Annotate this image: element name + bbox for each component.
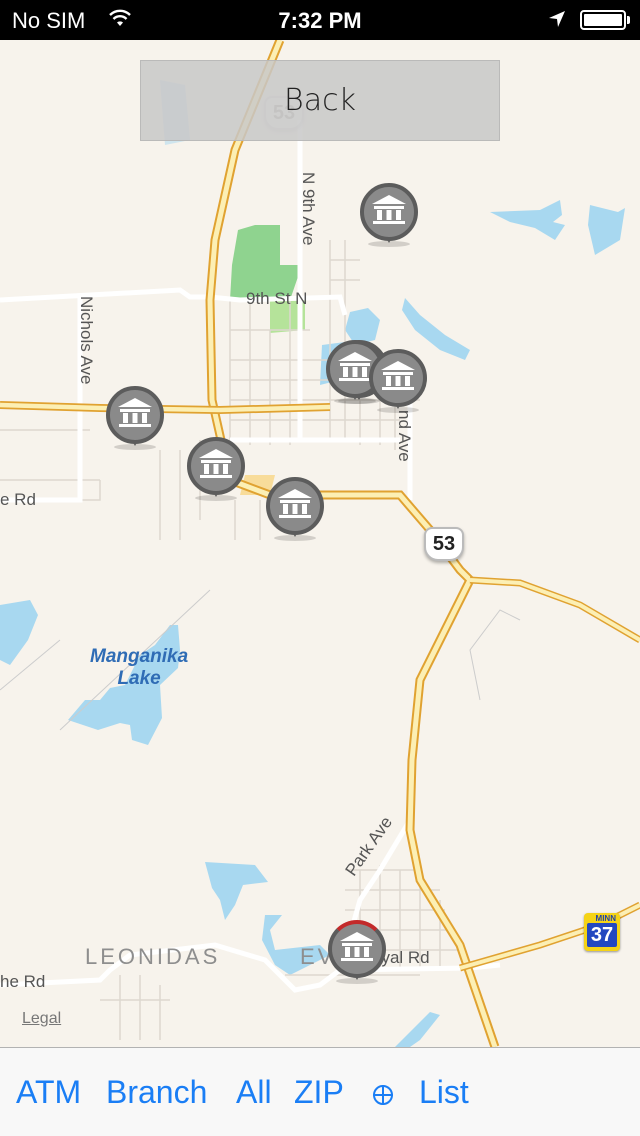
us-53-shield: 53 [424,527,464,561]
bank-icon [340,932,374,961]
bank-icon [199,449,233,478]
street-label-2nd-ave: nd Ave [395,410,414,462]
highways [0,40,640,1047]
bank-pin[interactable] [106,386,164,450]
bank-icon [372,195,406,224]
bank-icon [118,398,152,427]
legal-link[interactable]: Legal [22,1010,61,1028]
location-arrow-icon [548,10,566,33]
bank-pin[interactable] [266,477,324,541]
street-label-9th-st-n: 9th St N [246,289,308,308]
status-bar: No SIM 7:32 PM [0,0,640,40]
bank-pin[interactable] [369,349,427,413]
bank-icon [381,361,415,390]
list-button[interactable]: List [419,1074,469,1111]
branch-button[interactable]: Branch [106,1074,207,1111]
battery-icon [580,10,626,30]
bank-pin[interactable] [360,183,418,247]
street-label-e-rd: e Rd [0,490,36,509]
street-label-n9th-ave: N 9th Ave [299,172,318,246]
battery-nub [627,16,630,24]
atm-button[interactable]: ATM [16,1074,81,1111]
bank-pin[interactable] [187,437,245,501]
street-label-he-rd: he Rd [0,972,46,991]
bank-icon [278,489,312,518]
town-label-leonidas: LEONIDAS [85,944,221,969]
map-view[interactable]: N 9th Ave 9th St N Nichols Ave nd Ave e … [0,40,640,1047]
clock: 7:32 PM [278,8,362,33]
bank-pin-selected[interactable] [328,920,386,984]
crosshair-icon[interactable] [373,1085,393,1105]
bottom-toolbar: ATM Branch All ZIP List [0,1047,640,1136]
map-base-layer [0,40,640,1047]
shield-number: 37 [587,923,617,947]
all-button[interactable]: All [236,1074,272,1111]
shield-state-label: MINN [595,914,616,923]
lake-label-manganika: Manganika Lake [90,646,189,689]
street-label-nichols-ave: Nichols Ave [77,296,96,385]
mn-37-shield: MINN 37 [584,913,620,951]
back-button[interactable]: Back [140,60,500,141]
zip-button[interactable]: ZIP [294,1074,344,1111]
